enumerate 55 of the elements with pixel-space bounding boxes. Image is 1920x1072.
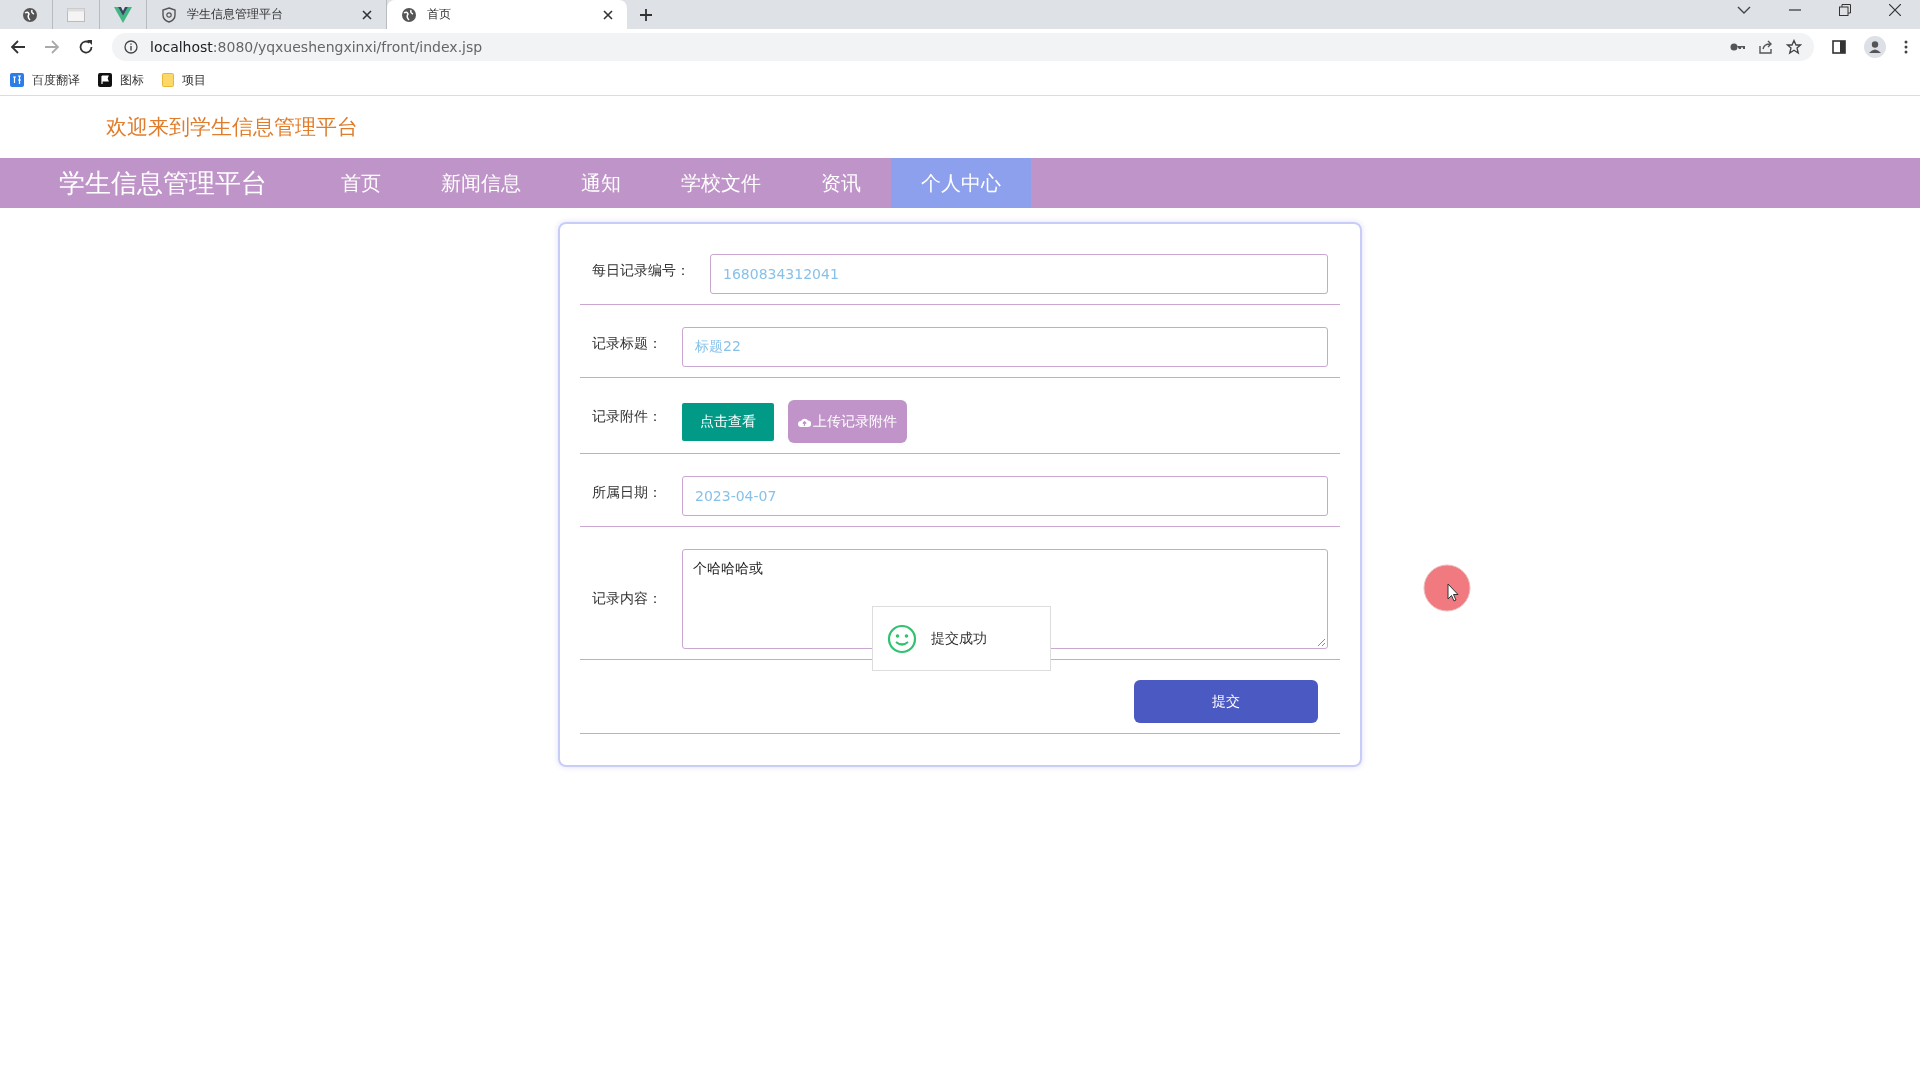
nav-link[interactable]: 学校文件 [651,158,791,208]
flag-icon [98,73,112,87]
star-icon[interactable] [1786,39,1802,55]
input-field[interactable]: 标题22 [682,327,1328,367]
field-label: 记录内容： [591,590,663,608]
reload-icon[interactable] [78,39,94,55]
smiley-icon [887,623,917,654]
page-icon [67,7,85,22]
close-icon[interactable] [1889,4,1901,16]
input-field[interactable]: 1680834312041 [710,254,1328,294]
more-icon[interactable] [1904,40,1908,54]
cursor-highlight-icon [1423,564,1471,612]
nav-link[interactable]: 新闻信息 [411,158,551,208]
tab-title: 首页 [427,6,452,23]
bookmark[interactable]: 图标 [98,71,144,89]
welcome-text: 欢迎来到学生信息管理平台 [106,114,358,141]
side-panel-icon[interactable] [1832,40,1846,54]
upload-button[interactable]: 上传记录附件 [788,400,907,443]
field-label: 记录附件： [591,407,663,426]
browser-tab[interactable]: 首页 [387,0,627,29]
new-tab-icon[interactable] [639,8,653,22]
share-icon[interactable] [1758,39,1774,55]
close-icon[interactable] [362,9,372,20]
shield-icon [161,6,177,23]
profile-icon[interactable] [1864,36,1886,58]
address-bar[interactable]: localhost:8080/yqxueshengxinxi/front/index.jsp [112,33,1814,61]
chevron-down-icon[interactable] [1737,5,1751,15]
close-icon[interactable] [603,9,613,20]
input-field[interactable]: 2023-04-07 [682,476,1328,516]
globe-icon [401,6,417,23]
translate-icon [10,73,24,87]
globe-icon [22,6,38,23]
toast-message: 提交成功 [931,629,987,648]
bookmark[interactable]: 项目 [162,71,206,89]
view-button[interactable]: 点击查看 [682,403,774,441]
submit-button[interactable]: 提交 [1134,680,1318,723]
field-label: 记录标题： [591,334,663,353]
v-logo-icon [114,6,132,23]
nav-link[interactable]: 个人中心 [891,158,1031,208]
nav-link[interactable]: 通知 [551,158,651,208]
url-text: localhost:8080/yqxueshengxinxi/front/index.jsp [150,39,483,55]
nav-link[interactable]: 首页 [311,158,411,208]
field-label: 所属日期： [591,483,663,502]
tab-title: 学生信息管理平台 [187,6,284,23]
bookmark[interactable]: 百度翻译 [10,71,80,89]
restore-icon[interactable] [1839,4,1851,16]
key-icon[interactable] [1730,42,1746,52]
resize-grip-icon[interactable] [1317,638,1325,646]
field-label: 每日记录编号： [591,261,691,280]
back-icon[interactable] [10,39,26,55]
site-title: 学生信息管理平台 [59,166,267,200]
info-icon [124,40,138,54]
cloud-upload-icon [798,416,811,427]
nav-link[interactable]: 资讯 [791,158,891,208]
folder-icon [162,73,174,87]
